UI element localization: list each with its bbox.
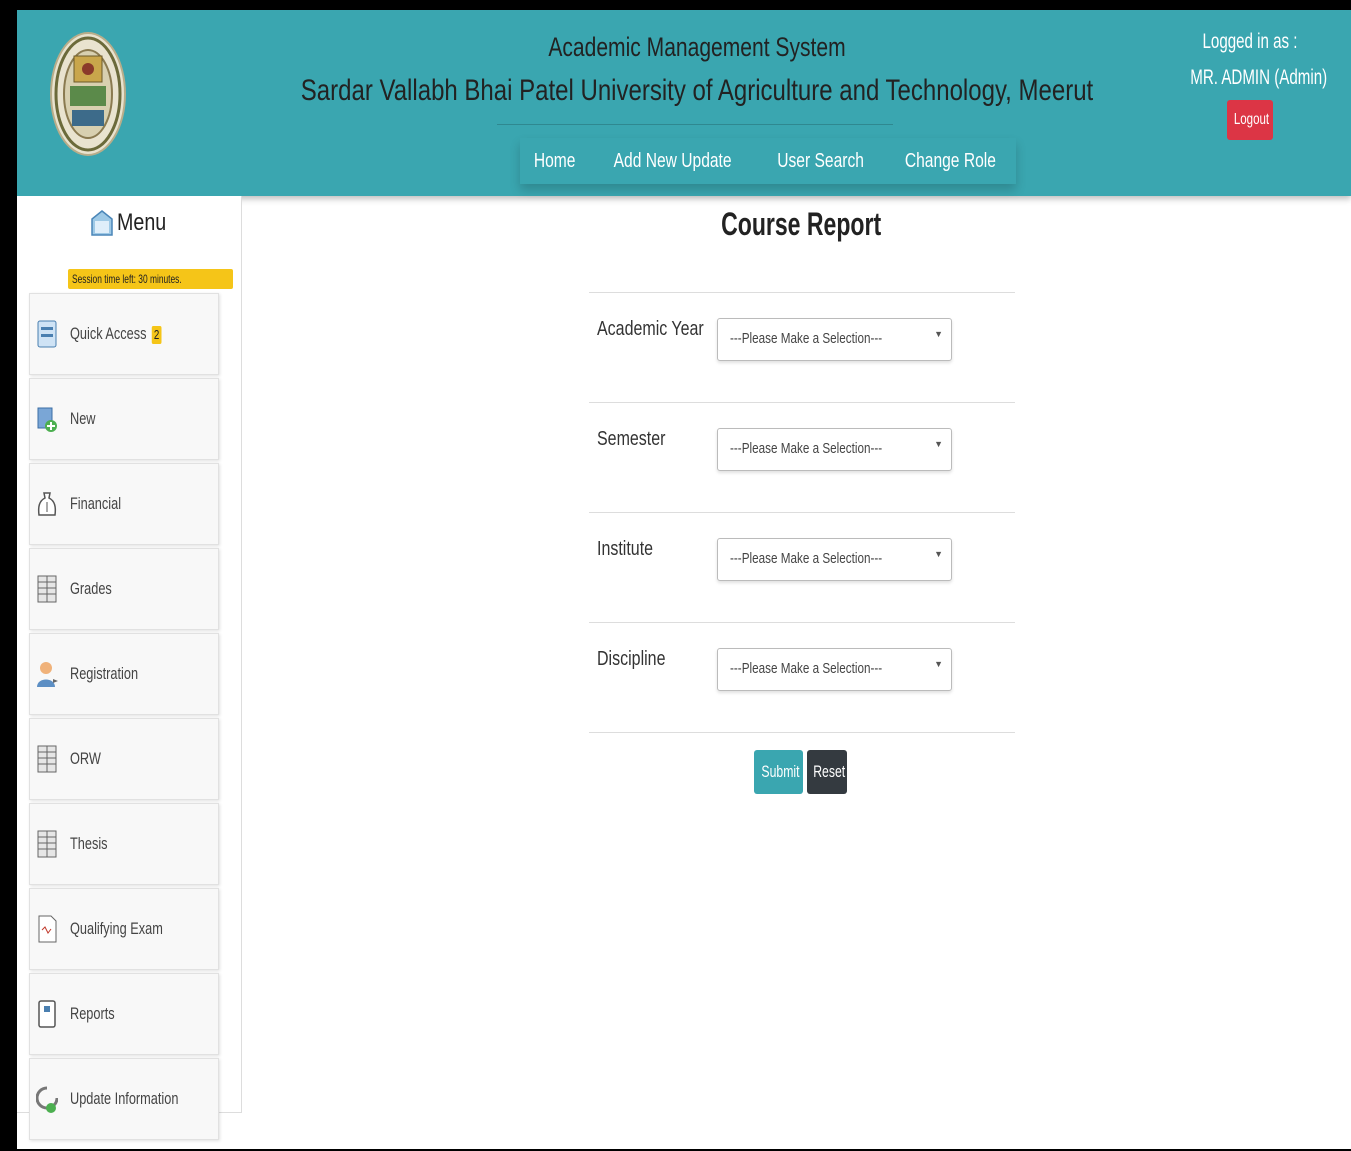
- select-value: ---Please Make a Selection---: [730, 550, 883, 567]
- grades-icon: [37, 575, 57, 603]
- financial-icon: [37, 492, 57, 516]
- title-divider: [497, 124, 893, 125]
- academic-year-select[interactable]: ---Please Make a Selection--- ▼: [717, 318, 952, 361]
- select-value: ---Please Make a Selection---: [730, 330, 883, 347]
- chevron-down-icon: ▼: [934, 549, 943, 559]
- divider: [589, 622, 1015, 623]
- sidebar: Menu Session time left: 30 minutes. Quic…: [17, 196, 242, 1140]
- divider: [589, 512, 1015, 513]
- sidebar-item-update-information[interactable]: Update Information: [29, 1058, 219, 1140]
- home-icon: [91, 210, 113, 236]
- select-value: ---Please Make a Selection---: [730, 660, 883, 677]
- nav-add-new-update[interactable]: Add New Update: [589, 138, 756, 184]
- institute-label: Institute: [597, 538, 654, 560]
- discipline-label: Discipline: [597, 648, 666, 670]
- nav-change-role[interactable]: Change Role: [884, 138, 1017, 184]
- menu-header: Menu: [91, 206, 177, 240]
- nav-user-search[interactable]: User Search: [757, 138, 884, 184]
- menu-title: Menu: [117, 209, 167, 236]
- sidebar-item-quick-access[interactable]: Quick Access 2: [29, 293, 219, 375]
- session-timer-badge: Session time left: 30 minutes.: [68, 269, 233, 289]
- reports-icon: [38, 1000, 56, 1028]
- logged-in-label: Logged in as :: [1202, 30, 1298, 53]
- semester-select[interactable]: ---Please Make a Selection--- ▼: [717, 428, 952, 471]
- sidebar-item-thesis[interactable]: Thesis: [29, 803, 219, 885]
- divider: [589, 402, 1015, 403]
- new-icon: [37, 407, 57, 432]
- semester-label: Semester: [597, 428, 666, 450]
- sidebar-item-label: Grades: [70, 579, 112, 598]
- reset-button[interactable]: Reset: [807, 750, 847, 794]
- sidebar-item-label: Registration: [70, 664, 139, 683]
- sidebar-item-qualifying-exam[interactable]: Qualifying Exam: [29, 888, 219, 970]
- quick-access-count-badge: 2: [151, 326, 162, 344]
- academic-year-label: Academic Year: [597, 318, 704, 340]
- page-frame: Academic Management System Sardar Vallab…: [17, 10, 1351, 1149]
- update-information-icon: [36, 1086, 58, 1113]
- quick-access-icon: [37, 320, 57, 348]
- discipline-select[interactable]: ---Please Make a Selection--- ▼: [717, 648, 952, 691]
- institute-select[interactable]: ---Please Make a Selection--- ▼: [717, 538, 952, 581]
- sidebar-item-label: Reports: [70, 1004, 115, 1023]
- orw-icon: [37, 745, 57, 773]
- sidebar-item-label: ORW: [70, 749, 101, 768]
- registration-icon: [37, 662, 58, 687]
- divider: [589, 732, 1015, 733]
- sidebar-item-reports[interactable]: Reports: [29, 973, 219, 1055]
- sidebar-item-financial[interactable]: Financial: [29, 463, 219, 545]
- sidebar-item-label: New: [70, 409, 96, 428]
- chevron-down-icon: ▼: [934, 439, 943, 449]
- sidebar-item-label: Quick Access: [70, 324, 147, 343]
- chevron-down-icon: ▼: [934, 329, 943, 339]
- sidebar-item-registration[interactable]: Registration: [29, 633, 219, 715]
- sidebar-item-label: Financial: [70, 494, 122, 513]
- header: Academic Management System Sardar Vallab…: [17, 10, 1351, 196]
- divider: [589, 292, 1015, 293]
- thesis-icon: [37, 830, 57, 858]
- submit-button[interactable]: Submit: [754, 750, 803, 794]
- top-navigation: Home Add New Update User Search Change R…: [520, 138, 1016, 184]
- chevron-down-icon: ▼: [934, 659, 943, 669]
- university-title: Sardar Vallabh Bhai Patel University of …: [300, 74, 1094, 107]
- university-logo: [50, 32, 126, 156]
- qualifying-exam-icon: [38, 915, 57, 943]
- sidebar-item-new[interactable]: New: [29, 378, 219, 460]
- logged-in-user: MR. ADMIN (Admin): [1190, 66, 1328, 89]
- system-title: Academic Management System: [548, 32, 846, 62]
- select-value: ---Please Make a Selection---: [730, 440, 883, 457]
- nav-home[interactable]: Home: [520, 138, 589, 184]
- sidebar-item-grades[interactable]: Grades: [29, 548, 219, 630]
- sidebar-item-label: Update Information: [70, 1089, 179, 1108]
- logout-button[interactable]: Logout: [1227, 100, 1273, 140]
- sidebar-item-label: Qualifying Exam: [70, 919, 163, 938]
- sidebar-item-label: Thesis: [70, 834, 108, 853]
- page-title: Course Report: [720, 206, 882, 242]
- sidebar-item-orw[interactable]: ORW: [29, 718, 219, 800]
